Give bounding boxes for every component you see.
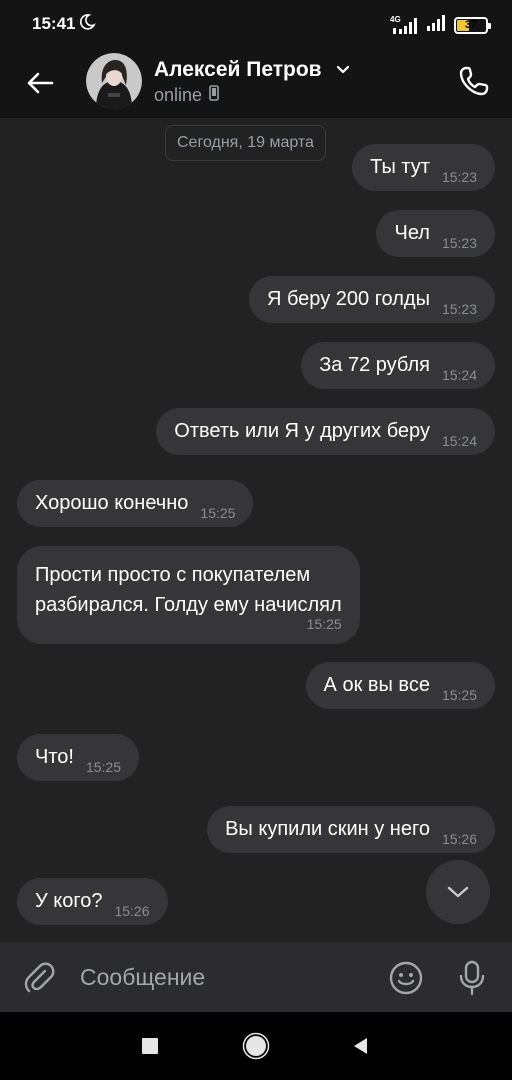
contact-status: online	[154, 85, 219, 106]
message-bubble-outgoing[interactable]: Вы купили скин у него 15:26	[207, 806, 495, 853]
message-bubble-outgoing[interactable]: Я беру 200 голды 15:23	[248, 276, 495, 323]
message-time: 15:24	[441, 433, 477, 449]
message-bubble-outgoing[interactable]: Ответь или Я у других беру 15:24	[156, 408, 495, 455]
back-button[interactable]	[20, 63, 60, 103]
square-icon	[142, 1038, 158, 1054]
voice-message-button[interactable]	[452, 958, 492, 998]
chat-header: Алексей Петров online	[0, 48, 512, 118]
message-list[interactable]: Сегодня, 19 марта Ты тут 15:23 Чел 15:23 Я…	[0, 118, 512, 942]
message-text: Я беру 200 голды	[266, 288, 430, 310]
message-time: 15:25	[85, 759, 121, 775]
smile-icon	[389, 961, 423, 995]
message-text: Хорошо конечно	[35, 492, 189, 514]
message-time: 15:26	[441, 831, 477, 847]
message-text: Чел	[394, 222, 430, 244]
home-button[interactable]	[236, 1026, 276, 1066]
avatar[interactable]	[86, 53, 142, 109]
signal-icon-2	[426, 14, 448, 37]
back-nav-button[interactable]	[340, 1026, 380, 1066]
back-arrow-icon	[27, 72, 54, 94]
status-indicators: 4G 37	[390, 14, 491, 37]
status-bar: 15:41 4G 37	[0, 0, 512, 48]
message-bubble-outgoing[interactable]: За 72 рубля 15:24	[301, 342, 495, 389]
paperclip-icon	[24, 962, 55, 993]
emoji-button[interactable]	[386, 958, 426, 998]
circle-icon	[242, 1032, 270, 1060]
chevron-down-icon	[447, 886, 469, 898]
message-time: 15:24	[441, 367, 477, 383]
mobile-device-icon	[209, 85, 219, 106]
message-text: Ты тут	[370, 156, 430, 178]
triangle-back-icon	[354, 1038, 367, 1054]
recents-button[interactable]	[130, 1026, 170, 1066]
phone-icon	[459, 66, 489, 96]
status-text: online	[154, 85, 203, 105]
message-text: За 72 рубля	[319, 354, 430, 376]
date-separator: Сегодня, 19 марта	[165, 125, 326, 161]
battery-icon: 37	[454, 17, 491, 34]
message-text: А ок вы все	[323, 674, 430, 696]
message-time: 15:23	[441, 301, 477, 317]
message-text-line-2: разбирался. Голду ему начислял	[35, 594, 342, 616]
message-bubble-incoming[interactable]: Прости просто с покупателем разбирался. …	[17, 546, 360, 644]
battery-level: 37	[464, 19, 478, 31]
message-text-line-1: Прости просто с покупателем	[35, 564, 311, 586]
message-text: Что!	[35, 746, 74, 768]
message-bubble-outgoing[interactable]: Чел 15:23	[376, 210, 495, 257]
message-time: 15:23	[441, 235, 477, 251]
signal-icon: 4G	[390, 15, 420, 35]
message-time: 15:25	[441, 687, 477, 703]
message-text: Ответь или Я у других беру	[174, 420, 430, 442]
message-bubble-outgoing[interactable]: А ок вы все 15:25	[305, 662, 495, 709]
message-bubble-incoming[interactable]: У кого? 15:26	[17, 878, 168, 925]
message-bubble-incoming[interactable]: Хорошо конечно 15:25	[17, 480, 254, 527]
message-text: У кого?	[35, 890, 103, 912]
message-time: 15:26	[114, 903, 150, 919]
moon-icon	[78, 13, 96, 36]
message-time: 15:25	[200, 505, 236, 521]
call-button[interactable]	[454, 61, 494, 101]
status-time: 15:41	[32, 14, 76, 33]
message-input[interactable]	[80, 955, 370, 999]
system-navigation-bar	[0, 1012, 512, 1080]
attach-button[interactable]	[20, 958, 60, 998]
chevron-down-icon[interactable]	[335, 63, 351, 81]
message-bubble-incoming[interactable]: Что! 15:25	[17, 734, 139, 781]
microphone-icon	[459, 960, 485, 996]
message-bubble-outgoing[interactable]: Ты тут 15:23	[352, 144, 495, 191]
message-composer	[0, 942, 512, 1012]
message-time: 15:23	[441, 169, 477, 185]
scroll-to-bottom-button[interactable]	[426, 860, 490, 924]
message-text: Вы купили скин у него	[225, 818, 430, 840]
contact-name[interactable]: Алексей Петров	[154, 58, 322, 82]
